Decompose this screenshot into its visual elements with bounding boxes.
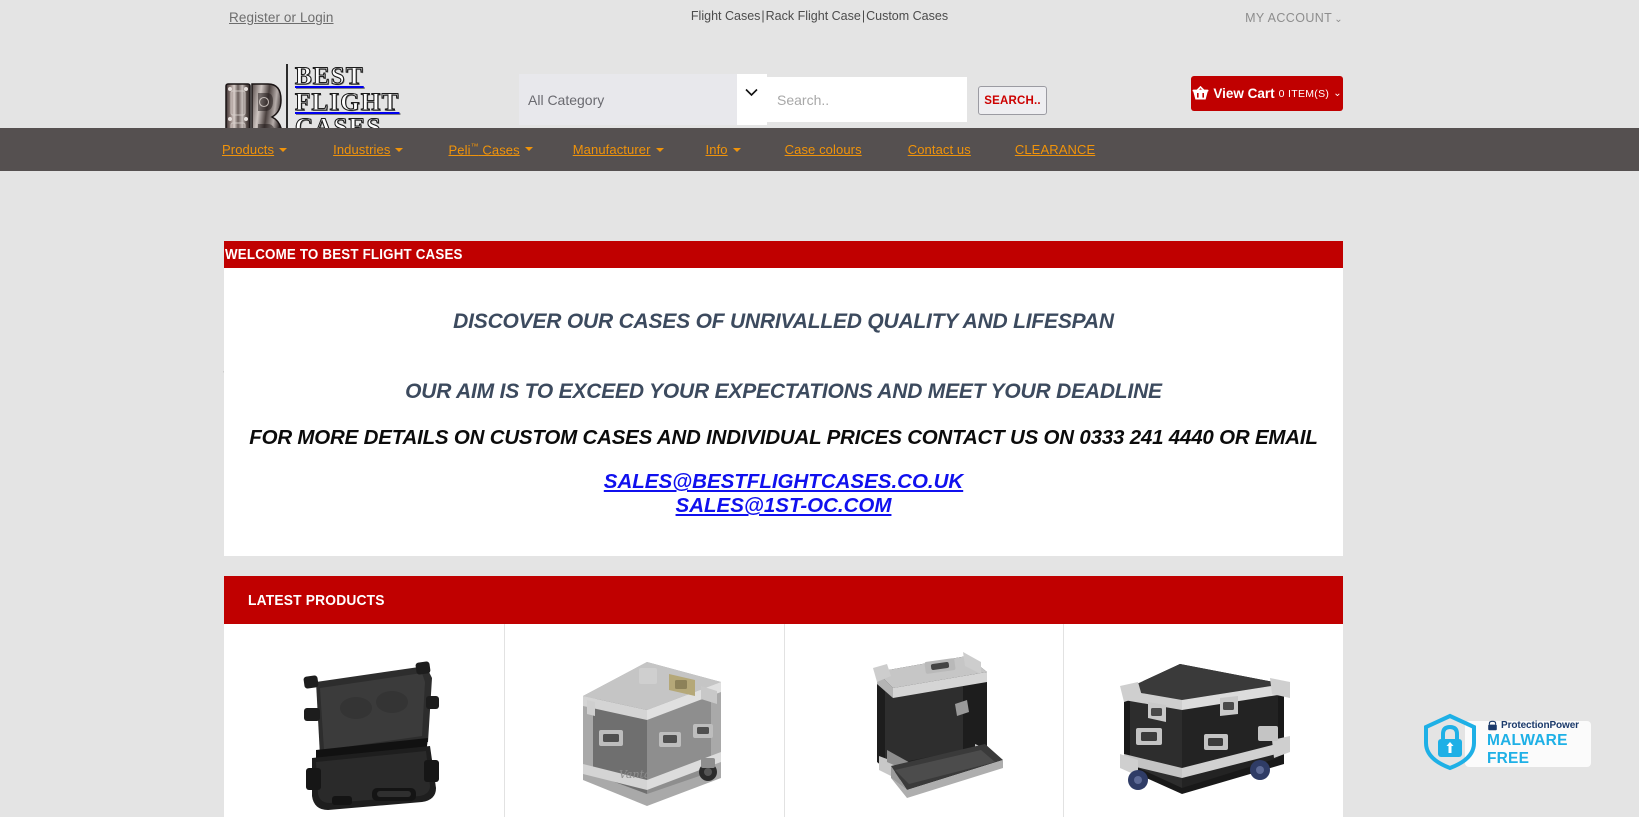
main-content: WELCOME TO BEST FLIGHT CASES DISCOVER OU…	[224, 241, 1343, 817]
nav-item-label: Info	[705, 142, 728, 157]
black-moulded-case-open-icon	[276, 638, 452, 814]
nav-item-peli[interactable]: Peli™ Cases	[448, 141, 533, 158]
black-rack-case-open-lid-icon	[835, 638, 1011, 814]
search-button[interactable]: SEARCH..	[978, 86, 1047, 115]
main-navigation: Products Industries Peli™ Cases Manufacture…	[0, 128, 1639, 171]
nav-item-contact-us[interactable]: Contact us	[908, 142, 971, 157]
top-link-rack-flight-case[interactable]: Rack Flight Case	[766, 9, 861, 23]
size-search-bar: Search your case by size: Exact size Sea…	[0, 171, 1639, 385]
cart-item-count: 0 ITEM(S)	[1278, 87, 1330, 100]
nav-item-label: Industries	[333, 142, 391, 157]
page-root: Register or Login Flight Cases|Rack Flig…	[0, 0, 1639, 817]
black-trunk-case-wheeled-icon	[1110, 638, 1296, 817]
logo-line-1: BEST	[295, 63, 364, 90]
chevron-down-icon: ⌄	[1334, 14, 1343, 25]
caret-down-icon	[279, 147, 288, 152]
nav-item-case-colours[interactable]: Case colours	[785, 142, 862, 157]
product-card[interactable]	[224, 624, 504, 817]
small-lock-icon	[1487, 720, 1498, 731]
nav-item-label: Case colours	[784, 142, 862, 157]
welcome-panel-heading: WELCOME TO BEST FLIGHT CASES	[224, 241, 1343, 268]
view-cart-button[interactable]: View Cart 0 ITEM(S) ⌄	[1191, 76, 1343, 111]
cart-label: View Cart	[1213, 86, 1275, 101]
category-select-divider	[737, 74, 767, 125]
latest-products-grid: Vantar	[224, 624, 1343, 817]
nav-item-label: Peli™ Cases	[448, 141, 520, 158]
product-card[interactable]	[1063, 624, 1343, 817]
nav-item-info[interactable]: Info	[706, 142, 741, 157]
shield-lock-icon	[1421, 713, 1479, 776]
malware-badge-status: MALWARE FREE	[1487, 732, 1568, 767]
trademark-icon: ™	[470, 141, 479, 151]
welcome-line-3: FOR MORE DETAILS ON CUSTOM CASES AND IND…	[249, 426, 1318, 449]
main-navigation-items: Products Industries Peli™ Cases Manufacture…	[0, 128, 1639, 171]
welcome-heading-text: WELCOME TO BEST FLIGHT CASES	[225, 246, 463, 263]
welcome-line-2: OUR AIM IS TO EXCEED YOUR EXPECTATIONS A…	[405, 380, 1162, 403]
malware-badge-plate: ProtectionPower MALWARE FREE	[1465, 720, 1591, 767]
welcome-line-1: DISCOVER OUR CASES OF UNRIVALLED QUALITY…	[453, 310, 1114, 333]
caret-down-icon	[655, 147, 664, 152]
top-link-flight-cases[interactable]: Flight Cases	[691, 9, 760, 23]
chevron-down-icon: ⌄	[1333, 88, 1342, 99]
product-card[interactable]: Vantar	[503, 624, 784, 817]
malware-badge-brand: ProtectionPower	[1487, 720, 1581, 731]
nav-item-label: Products	[222, 142, 275, 157]
malware-free-badge[interactable]: ProtectionPower MALWARE FREE	[1421, 713, 1591, 776]
caret-down-icon	[732, 147, 741, 152]
latest-products-heading-text: LATEST PRODUCTS	[248, 591, 385, 609]
search-input[interactable]	[767, 77, 967, 122]
top-utility-bar: Register or Login Flight Cases|Rack Flig…	[0, 0, 1639, 36]
caret-down-icon	[524, 147, 533, 152]
basket-icon	[1192, 86, 1209, 101]
latest-products-section: LATEST PRODUCTS Vantar	[224, 576, 1343, 817]
email-link-bestflightcases[interactable]: SALES@BESTFLIGHTCASES.CO.UK	[604, 470, 963, 493]
top-category-links: Flight Cases|Rack Flight Case|Custom Cas…	[0, 9, 1639, 23]
nav-item-clearance[interactable]: CLEARANCE	[1015, 142, 1095, 157]
caret-down-icon	[395, 147, 404, 152]
nav-item-label: CLEARANCE	[1014, 142, 1096, 157]
site-header: BEST FLIGHT CASES a flight case built to…	[0, 36, 1639, 174]
nav-item-industries[interactable]: Industries	[333, 142, 404, 157]
email-link-1st-oc[interactable]: SALES@1ST-OC.COM	[234, 494, 1333, 518]
product-card[interactable]	[783, 624, 1064, 817]
silver-trunk-case-wheeled-icon: Vantar	[551, 638, 737, 817]
category-select[interactable]: All Category	[519, 74, 751, 125]
top-link-custom-cases[interactable]: Custom Cases	[866, 9, 948, 23]
my-account-menu[interactable]: MY ACCOUNT ⌄	[1245, 11, 1343, 25]
latest-products-heading: LATEST PRODUCTS	[224, 576, 1343, 624]
welcome-panel-body: DISCOVER OUR CASES OF UNRIVALLED QUALITY…	[224, 268, 1343, 556]
malware-badge-brand-text: ProtectionPower	[1501, 720, 1579, 731]
nav-item-manufacturer[interactable]: Manufacturer	[573, 142, 664, 157]
nav-item-label-suffix: Cases	[478, 142, 520, 158]
my-account-label: MY ACCOUNT	[1245, 11, 1333, 25]
nav-item-products[interactable]: Products	[222, 142, 288, 157]
nav-item-label: Contact us	[907, 142, 971, 157]
svg-text:Vantar: Vantar	[619, 768, 657, 781]
nav-item-label: Manufacturer	[572, 142, 651, 157]
